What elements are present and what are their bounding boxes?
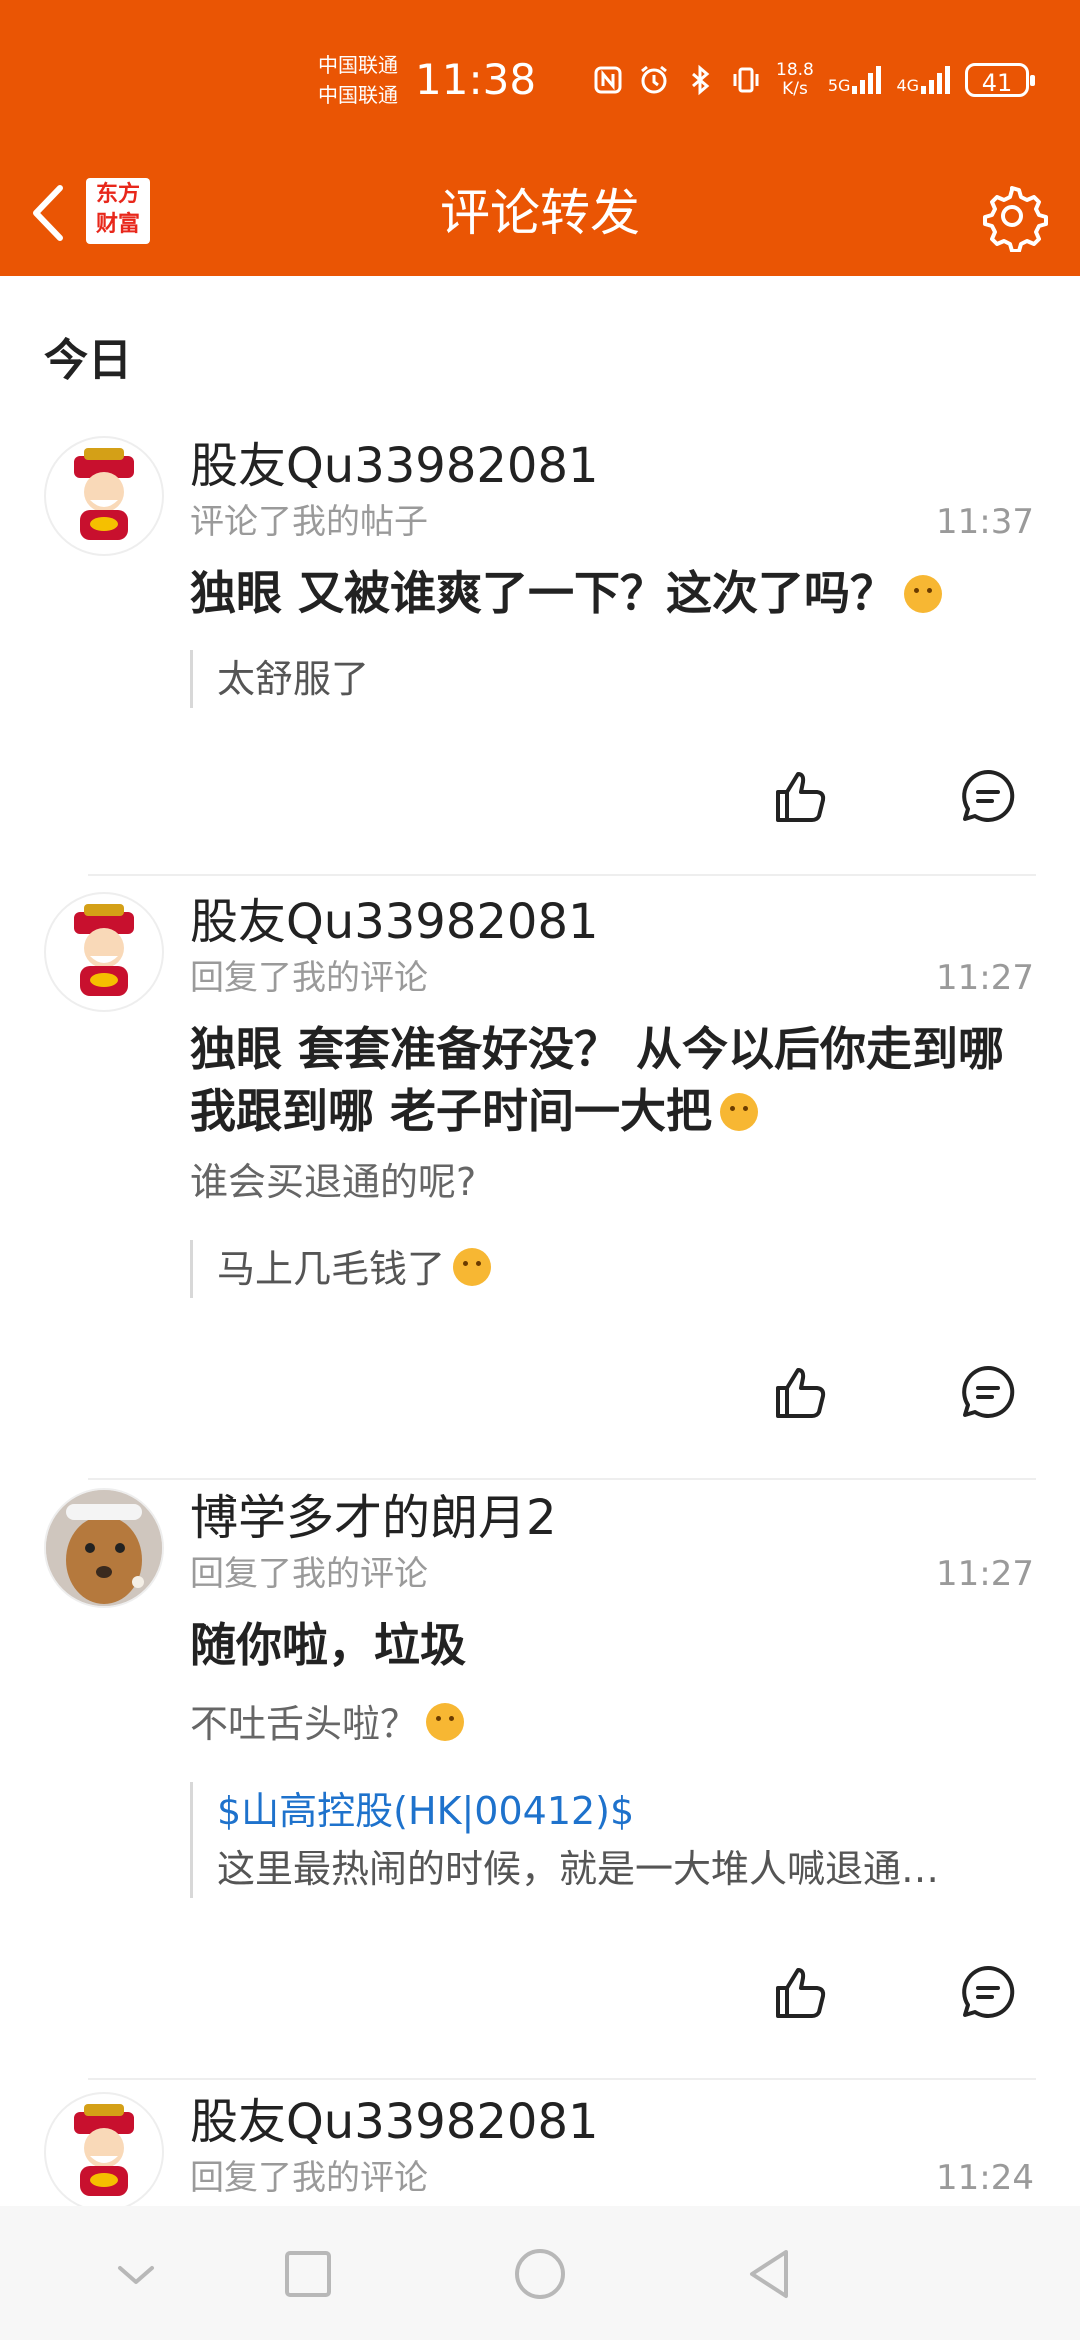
like-icon[interactable] bbox=[772, 1962, 832, 2022]
quoted-post[interactable]: 马上几毛钱了 bbox=[190, 1240, 1037, 1298]
username[interactable]: 股友Qu33982081 bbox=[190, 2092, 599, 2152]
timestamp: 11:24 bbox=[936, 2158, 1034, 2198]
status-clock: 11:38 bbox=[415, 55, 537, 104]
page-title: 评论转发 bbox=[440, 184, 640, 242]
status-bar: 中国联通 中国联通 11:38 18.8 K/s 5G 4G 41 bbox=[0, 0, 1080, 150]
signal-bars-icon bbox=[921, 66, 951, 94]
username[interactable]: 股友Qu33982081 bbox=[190, 436, 599, 496]
action-label: 回复了我的评论 bbox=[190, 958, 428, 998]
quoted-post[interactable]: 太舒服了 bbox=[190, 650, 1037, 708]
reply-sub-text: 谁会买退通的呢? bbox=[190, 1160, 477, 1204]
signal-5g-label: 5G bbox=[827, 76, 851, 95]
reply-sub-text: 不吐舌头啦？ bbox=[190, 1698, 465, 1750]
like-icon[interactable] bbox=[772, 766, 832, 826]
comment-icon[interactable] bbox=[958, 766, 1018, 826]
net-speed: 18.8 K/s bbox=[776, 61, 814, 99]
nfc-icon bbox=[594, 66, 622, 94]
divider bbox=[88, 2078, 1036, 2080]
nav-bar: 东方 财富 评论转发 bbox=[0, 150, 1080, 276]
quote-text-content: 马上几毛钱了 bbox=[217, 1247, 446, 1291]
signal-4g: 4G bbox=[896, 66, 951, 94]
battery-icon: 41 bbox=[965, 63, 1036, 97]
stock-link[interactable]: $山高控股(HK|00412)$ bbox=[217, 1782, 1037, 1840]
tongue-emoji-icon bbox=[426, 1703, 465, 1741]
comment-text-content: 独眼 套套准备好没？ 从今以后你走到哪我跟到哪 老子时间一大把 bbox=[190, 1022, 1005, 1138]
smirk-emoji-icon bbox=[453, 1248, 492, 1286]
vibrate-icon bbox=[733, 67, 759, 93]
timestamp: 11:37 bbox=[936, 502, 1034, 542]
avatar[interactable] bbox=[44, 1488, 164, 1608]
comment-text: 独眼 套套准备好没？ 从今以后你走到哪我跟到哪 老子时间一大把 bbox=[190, 1018, 1040, 1142]
section-title: 今日 bbox=[44, 335, 132, 386]
gear-icon[interactable] bbox=[976, 180, 1048, 252]
like-icon[interactable] bbox=[772, 1362, 832, 1422]
wink-emoji-icon bbox=[720, 1093, 759, 1131]
reply-sub-text-content: 不吐舌头啦？ bbox=[190, 1702, 419, 1746]
caishen-avatar-icon bbox=[74, 904, 134, 996]
home-circle-icon[interactable] bbox=[510, 2244, 570, 2304]
alarm-icon bbox=[641, 65, 667, 94]
comment-text-content: 独眼 又被谁爽了一下？这次了吗？ bbox=[190, 566, 897, 620]
net-speed-value: 18.8 bbox=[776, 60, 814, 80]
top-bar: 中国联通 中国联通 11:38 18.8 K/s 5G 4G 41 东方 财富 … bbox=[0, 0, 1080, 276]
avatar[interactable] bbox=[44, 436, 164, 556]
caishen-avatar-icon bbox=[74, 2104, 134, 2196]
comment-text: 随你啦，垃圾 bbox=[190, 1618, 466, 1672]
avatar[interactable] bbox=[44, 892, 164, 1012]
action-label: 回复了我的评论 bbox=[190, 1554, 428, 1594]
comment-icon[interactable] bbox=[958, 1362, 1018, 1422]
net-speed-unit: K/s bbox=[782, 79, 808, 99]
notification-list: 今日 股友Qu33982081 评论了我的帖子 11:37 独眼 又被谁爽了一下… bbox=[0, 276, 1080, 2206]
action-label: 回复了我的评论 bbox=[190, 2158, 428, 2198]
bluetooth-icon bbox=[692, 64, 710, 96]
signal-5g: 5G bbox=[828, 66, 883, 94]
chevron-down-icon[interactable] bbox=[106, 2244, 166, 2304]
avatar[interactable] bbox=[44, 2092, 164, 2206]
quote-text: 太舒服了 bbox=[217, 657, 370, 701]
dog-avatar-icon bbox=[46, 1490, 162, 1606]
carrier-info: 中国联通 中国联通 bbox=[318, 50, 398, 110]
list-item[interactable]: 股友Qu33982081 回复了我的评论 11:24 bbox=[0, 2092, 1080, 2206]
carrier-1: 中国联通 bbox=[318, 53, 398, 77]
list-item[interactable]: 股友Qu33982081 评论了我的帖子 11:37 独眼 又被谁爽了一下？这次… bbox=[0, 436, 1080, 876]
system-nav-bar bbox=[0, 2206, 1080, 2340]
timestamp: 11:27 bbox=[936, 958, 1034, 998]
caishen-avatar-icon bbox=[74, 448, 134, 540]
signal-4g-label: 4G bbox=[896, 76, 920, 95]
username[interactable]: 股友Qu33982081 bbox=[190, 892, 599, 952]
quoted-post[interactable]: $山高控股(HK|00412)$ 这里最热闹的时候，就是一大堆人喊退通… bbox=[190, 1782, 1037, 1898]
quote-text: 马上几毛钱了 bbox=[217, 1240, 1037, 1298]
comment-icon[interactable] bbox=[958, 1962, 1018, 2022]
status-icons: 18.8 K/s 5G 4G 41 bbox=[592, 58, 1036, 102]
comment-text: 独眼 又被谁爽了一下？这次了吗？ bbox=[190, 562, 1040, 624]
divider bbox=[88, 874, 1036, 876]
list-item[interactable]: 股友Qu33982081 回复了我的评论 11:27 独眼 套套准备好没？ 从今… bbox=[0, 892, 1080, 1482]
smile-emoji-icon bbox=[904, 575, 943, 613]
timestamp: 11:27 bbox=[936, 1554, 1034, 1594]
list-item[interactable]: 博学多才的朗月2 回复了我的评论 11:27 随你啦，垃圾 不吐舌头啦？ $山高… bbox=[0, 1488, 1080, 2088]
divider bbox=[88, 1478, 1036, 1480]
action-label: 评论了我的帖子 bbox=[190, 502, 428, 542]
username[interactable]: 博学多才的朗月2 bbox=[190, 1488, 557, 1548]
back-triangle-icon[interactable] bbox=[740, 2244, 800, 2304]
quote-text: 这里最热闹的时候，就是一大堆人喊退通… bbox=[217, 1847, 940, 1891]
carrier-2: 中国联通 bbox=[318, 83, 398, 107]
signal-bars-icon bbox=[852, 66, 882, 94]
recents-square-icon[interactable] bbox=[278, 2244, 338, 2304]
